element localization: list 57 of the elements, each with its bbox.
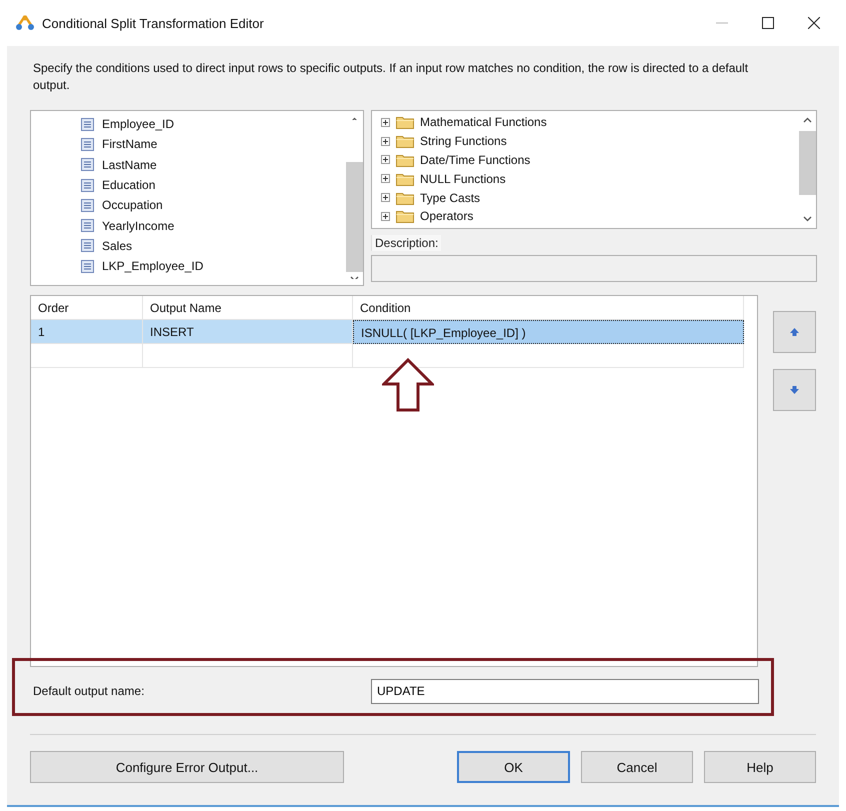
dialog-button[interactable]: Cancel <box>581 751 693 783</box>
column-name[interactable]: Employee_ID <box>102 117 174 132</box>
folder-icon <box>396 190 414 205</box>
expand-icon[interactable] <box>381 193 390 202</box>
table-cell: INSERT <box>143 320 353 344</box>
instructions-text: Specify the conditions used to direct input rows to specific outputs. If an input row matches no condition, the row is directed to a default output. <box>33 60 750 94</box>
function-category[interactable]: Type Casts <box>420 190 480 205</box>
column-name[interactable]: LKP_Employee_ID <box>102 259 204 274</box>
column-name[interactable]: Sales <box>102 238 132 253</box>
folder-icon <box>396 152 414 167</box>
expand-icon[interactable] <box>381 136 390 146</box>
expand-icon[interactable] <box>381 212 390 221</box>
folder-icon <box>396 115 414 130</box>
column-name[interactable]: LastName <box>102 158 157 172</box>
function-category[interactable]: NULL Functions <box>420 172 506 186</box>
folder-icon <box>396 134 414 148</box>
maximize-icon[interactable] <box>762 17 774 29</box>
table-row[interactable]: 1 INSERT ISNULL( [LKP_Employee_ID] ) <box>31 320 757 344</box>
column-icon <box>81 260 94 273</box>
function-category[interactable]: Mathematical Functions <box>420 115 547 130</box>
expand-icon[interactable] <box>381 155 390 164</box>
description-label: Description: <box>371 235 442 251</box>
column-icon <box>81 138 94 151</box>
scroll-up-icon[interactable] <box>803 117 812 123</box>
column-name[interactable]: Occupation <box>102 198 163 212</box>
column-name[interactable]: FirstName <box>102 137 158 152</box>
window-title: Conditional Split Transformation Editor <box>42 16 264 30</box>
expand-icon[interactable] <box>381 174 390 184</box>
highlight-arrow <box>382 358 434 412</box>
expand-icon[interactable] <box>381 118 390 127</box>
dialog-button[interactable]: Help <box>704 751 816 783</box>
table-cell: 1 <box>31 320 143 344</box>
arrow-up-icon <box>790 328 799 336</box>
column-icon <box>81 158 94 172</box>
scroll-down-icon[interactable] <box>803 216 812 222</box>
scroll-up-icon[interactable] <box>350 117 359 120</box>
app-icon <box>16 15 34 31</box>
column-name[interactable]: Education <box>102 178 156 192</box>
column-icon <box>81 219 94 232</box>
column-icon <box>81 198 94 212</box>
scroll-down-icon[interactable] <box>350 276 359 279</box>
ok-button[interactable]: OK <box>457 751 570 783</box>
folder-icon <box>396 209 414 224</box>
table-cell: ISNULL( [LKP_Employee_ID] ) <box>353 320 744 344</box>
default-output-field[interactable]: UPDATE <box>371 678 759 704</box>
folder-icon <box>396 172 414 186</box>
configure-error-output-button[interactable]: Configure Error Output... <box>30 751 344 783</box>
column-icon <box>81 178 94 192</box>
function-category[interactable]: Operators <box>420 209 474 224</box>
column-name[interactable]: YearlyIncome <box>102 218 174 233</box>
column-icon <box>81 239 94 252</box>
function-category[interactable]: Date/Time Functions <box>420 152 530 167</box>
column-icon <box>81 118 94 131</box>
function-category[interactable]: String Functions <box>420 134 507 148</box>
default-output-label: Default output name: <box>33 684 146 698</box>
close-icon[interactable] <box>808 17 820 29</box>
arrow-down-icon <box>790 386 799 394</box>
